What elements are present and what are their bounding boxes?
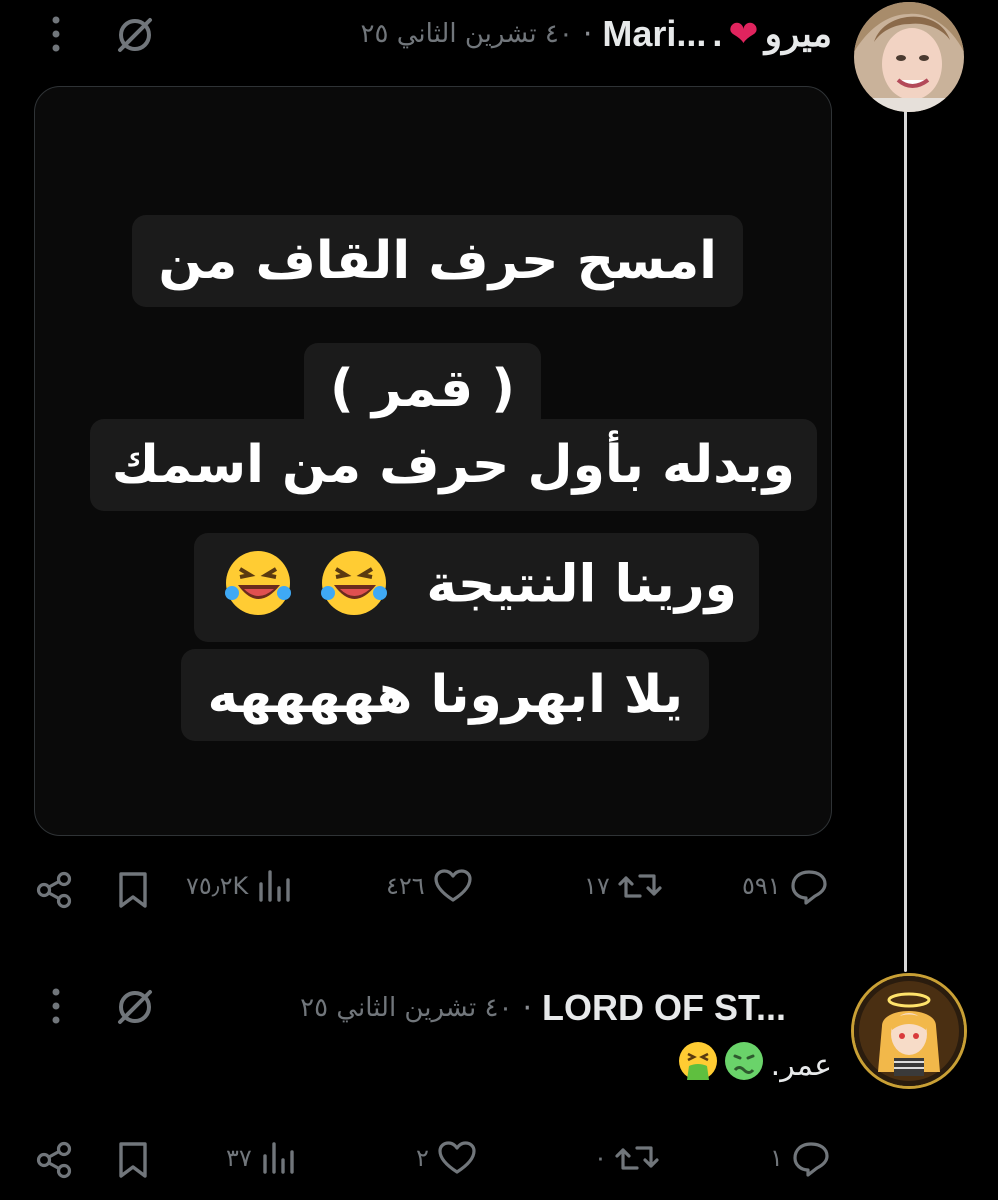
views-count: ٣٧ xyxy=(226,1144,252,1172)
separator-dot: · xyxy=(522,990,532,1026)
like-icon xyxy=(433,866,473,906)
separator-dot: · xyxy=(582,16,593,52)
meme-line-3-text: وبدله بأول حرف من اسمك xyxy=(111,435,795,495)
thread-connector-line xyxy=(904,110,907,972)
repost-button[interactable]: ٠ xyxy=(586,1138,659,1178)
meme-text-block: امسح حرف القاف من ( قمر ) وبدله بأول حرف… xyxy=(35,87,831,835)
share-button[interactable] xyxy=(34,870,74,910)
meme-line-4-text: ورينا النتيجة xyxy=(426,554,737,615)
laughing-emoji-icon xyxy=(318,547,390,628)
reply-count: ١ xyxy=(770,1144,783,1172)
tweet-text-content: عمر. xyxy=(770,1047,832,1083)
tweet-timestamp[interactable]: ٤٠ تشرين الثاني ٢٥ xyxy=(300,993,512,1023)
reply-count: ٥٩١ xyxy=(742,872,781,900)
tweet-timestamp[interactable]: ٤٠ تشرين الثاني ٢٥ xyxy=(361,19,573,49)
repost-count: ٠ xyxy=(594,1144,607,1172)
reply-button[interactable]: ٥٩١ xyxy=(734,866,829,906)
views-icon xyxy=(256,866,292,906)
like-count: ٤٢٦ xyxy=(386,872,425,900)
like-button[interactable]: ٤٢٦ xyxy=(378,866,473,906)
bookmark-button[interactable] xyxy=(116,870,150,910)
tweet2-header: LORD OF ST... · ٤٠ تشرين الثاني ٢٥ xyxy=(300,980,786,1036)
reply-icon xyxy=(789,866,829,906)
avatar-miro[interactable] xyxy=(854,2,964,112)
views-icon xyxy=(260,1138,296,1178)
reply-icon xyxy=(791,1138,831,1178)
meme-line-3: وبدله بأول حرف من اسمك xyxy=(89,419,817,511)
author-name-arabic[interactable]: ميرو xyxy=(765,13,832,55)
more-options-icon[interactable] xyxy=(46,12,66,60)
like-count: ٢ xyxy=(416,1144,429,1172)
views-button[interactable]: ٧٥٫٢K xyxy=(178,866,292,906)
bookmark-icon xyxy=(116,1140,150,1180)
share-icon xyxy=(34,1140,74,1180)
sick-emoji-icon xyxy=(723,1040,765,1090)
avatar-lord-of-st[interactable] xyxy=(854,976,964,1086)
grok-icon[interactable] xyxy=(114,14,156,60)
like-button[interactable]: ٢ xyxy=(408,1138,477,1178)
meme-line-4: ورينا النتيجة xyxy=(194,533,759,642)
heart-emoji-icon: ❤ xyxy=(728,13,759,55)
bookmark-button[interactable] xyxy=(116,1140,150,1180)
reply-button[interactable]: ١ xyxy=(762,1138,831,1178)
share-icon xyxy=(34,870,74,910)
more-options-icon[interactable] xyxy=(46,984,66,1032)
author-name-latin[interactable]: Mari... xyxy=(602,13,706,55)
meme-line-5: يلا ابهرونا هههههه xyxy=(181,649,709,741)
tweet-media-image[interactable]: امسح حرف القاف من ( قمر ) وبدله بأول حرف… xyxy=(34,86,832,836)
like-icon xyxy=(437,1138,477,1178)
bookmark-icon xyxy=(116,870,150,910)
grok-icon[interactable] xyxy=(114,986,156,1032)
repost-icon xyxy=(615,1138,659,1178)
views-count: ٧٥٫٢K xyxy=(186,872,249,900)
repost-count: ١٧ xyxy=(584,872,610,900)
tweet1-header: ميرو ❤ . Mari... · ٤٠ تشرين الثاني ٢٥ xyxy=(361,6,832,62)
views-button[interactable]: ٣٧ xyxy=(218,1138,296,1178)
author-name[interactable]: LORD OF ST... xyxy=(542,987,786,1029)
vomit-emoji-icon xyxy=(677,1040,719,1090)
repost-icon xyxy=(618,866,662,906)
repost-button[interactable]: ١٧ xyxy=(576,866,662,906)
meme-line-1: امسح حرف القاف من xyxy=(132,215,743,307)
share-button[interactable] xyxy=(34,1140,74,1180)
tweet-text: عمر. xyxy=(677,1040,832,1090)
laughing-emoji-icon xyxy=(222,547,294,628)
author-name-separator: . xyxy=(712,13,723,54)
